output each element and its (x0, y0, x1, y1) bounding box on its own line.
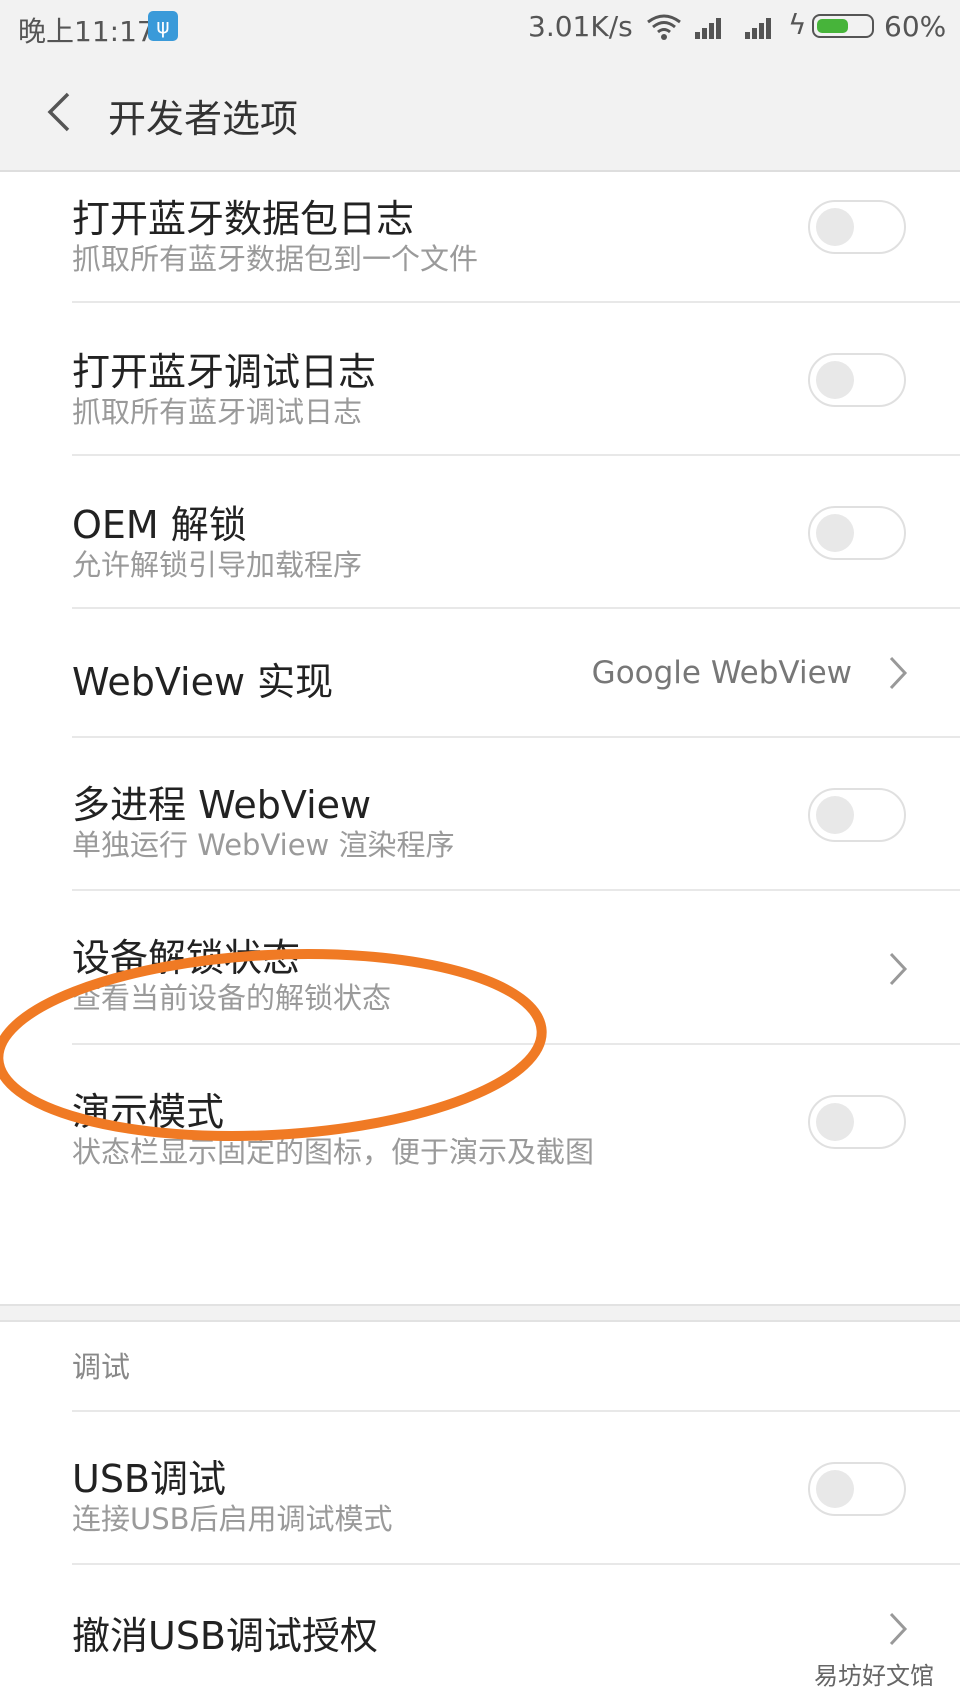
toggle-switch[interactable] (808, 788, 906, 842)
battery-icon (812, 14, 874, 38)
setting-demo-mode[interactable]: 演示模式 状态栏显示固定的图标，便于演示及截图 (0, 1045, 960, 1198)
chevron-right-icon (889, 952, 908, 986)
setting-subtitle: 连接USB后启用调试模式 (72, 1502, 393, 1536)
setting-title: 演示模式 (72, 1090, 225, 1134)
setting-subtitle: 状态栏显示固定的图标，便于演示及截图 (72, 1135, 595, 1169)
usb-debug-icon: ψ (148, 11, 178, 41)
settings-list: 打开蓝牙数据包日志 抓取所有蓝牙数据包到一个文件 打开蓝牙调试日志 抓取所有蓝牙… (0, 172, 960, 1304)
signal-icon (745, 18, 771, 39)
setting-value: Google WebView (591, 655, 852, 691)
setting-device-unlock-status[interactable]: 设备解锁状态 查看当前设备的解锁状态 (0, 891, 960, 1045)
watermark: 易坊好文馆 (810, 1654, 938, 1693)
debug-section-header: 调试 (0, 1322, 960, 1412)
setting-title: 打开蓝牙调试日志 (72, 350, 377, 394)
toggle-switch[interactable] (808, 1095, 906, 1149)
setting-webview-implementation[interactable]: WebView 实现 Google WebView (0, 609, 960, 738)
setting-multiprocess-webview[interactable]: 多进程 WebView 单独运行 WebView 渲染程序 (0, 738, 960, 891)
setting-subtitle: 抓取所有蓝牙数据包到一个文件 (72, 242, 479, 276)
toggle-switch[interactable] (808, 506, 906, 560)
charging-icon: ϟ (788, 8, 807, 41)
setting-subtitle: 允许解锁引导加载程序 (72, 548, 363, 582)
section-header: 调试 (72, 1350, 131, 1384)
toggle-knob (816, 796, 854, 834)
app-bar: 开发者选项 (0, 56, 960, 172)
setting-subtitle: 抓取所有蓝牙调试日志 (72, 395, 363, 429)
battery-fill (817, 19, 848, 33)
debug-section: 调试 USB调试 连接USB后启用调试模式 撤消USB调试授权 (0, 1322, 960, 1707)
setting-title: 撤消USB调试授权 (72, 1614, 379, 1658)
setting-subtitle: 查看当前设备的解锁状态 (72, 981, 392, 1015)
network-speed: 3.01K/s (528, 10, 633, 43)
setting-title: 多进程 WebView (72, 783, 372, 827)
battery-percent: 60% (884, 10, 947, 43)
wifi-icon (647, 14, 681, 40)
toggle-knob (816, 1470, 854, 1508)
toggle-knob (816, 361, 854, 399)
setting-title: OEM 解锁 (72, 503, 247, 547)
setting-oem-unlock[interactable]: OEM 解锁 允许解锁引导加载程序 (0, 456, 960, 609)
setting-bluetooth-debug-log[interactable]: 打开蓝牙调试日志 抓取所有蓝牙调试日志 (0, 303, 960, 456)
toggle-switch[interactable] (808, 353, 906, 407)
section-gap (0, 1304, 960, 1322)
setting-usb-debugging[interactable]: USB调试 连接USB后启用调试模式 (0, 1412, 960, 1565)
setting-title: 打开蓝牙数据包日志 (72, 197, 415, 241)
toggle-knob (816, 1103, 854, 1141)
status-bar: 晚上11:17 ψ 3.01K/s ϟ 60% (0, 0, 960, 56)
back-arrow-icon[interactable] (40, 90, 80, 134)
toggle-knob (816, 514, 854, 552)
setting-bluetooth-hci-log[interactable]: 打开蓝牙数据包日志 抓取所有蓝牙数据包到一个文件 (0, 172, 960, 303)
setting-title: WebView 实现 (72, 660, 334, 704)
setting-title: USB调试 (72, 1457, 227, 1501)
chevron-right-icon (889, 656, 908, 690)
status-time: 晚上11:17 (18, 15, 155, 48)
toggle-switch[interactable] (808, 1462, 906, 1516)
chevron-right-icon (889, 1612, 908, 1646)
toggle-switch[interactable] (808, 200, 906, 254)
setting-subtitle: 单独运行 WebView 渲染程序 (72, 828, 455, 862)
signal-icon (695, 18, 721, 39)
toggle-knob (816, 208, 854, 246)
setting-title: 设备解锁状态 (72, 936, 301, 980)
page-title: 开发者选项 (108, 97, 299, 141)
